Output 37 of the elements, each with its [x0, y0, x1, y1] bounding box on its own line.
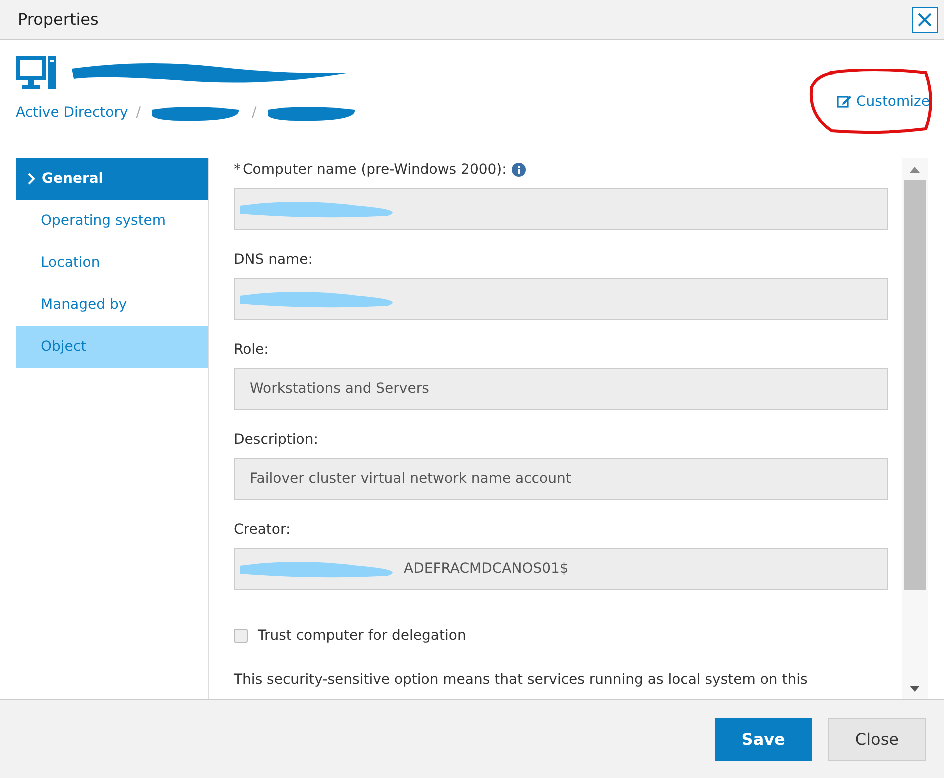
scrollbar-thumb[interactable]: [904, 180, 926, 590]
sidebar-item[interactable]: Location: [16, 242, 208, 284]
field-label: DNS name:: [234, 252, 314, 268]
input-field[interactable]: [234, 278, 888, 320]
delegation-checkbox[interactable]: Trust computer for delegation: [234, 628, 888, 644]
edit-icon: [836, 95, 852, 109]
field-label: Creator:: [234, 522, 291, 538]
field-value: Workstations and Servers: [250, 381, 430, 397]
computer-icon: [16, 56, 56, 90]
breadcrumb-separator: /: [252, 105, 257, 121]
sidebar-item[interactable]: Object: [16, 326, 208, 368]
input-field[interactable]: Workstations and Servers: [234, 368, 888, 410]
field-label: Computer name (pre-Windows 2000):: [243, 162, 507, 178]
field-label: Role:: [234, 342, 269, 358]
field-value: Failover cluster virtual network name account: [250, 471, 572, 487]
sidebar-item[interactable]: Managed by: [16, 284, 208, 326]
note-text: This security-sensitive option means that services running as local system on this: [234, 672, 809, 688]
close-button[interactable]: Close: [828, 718, 926, 760]
required-mark: *: [234, 162, 241, 178]
save-button[interactable]: Save: [714, 718, 812, 760]
input-field[interactable]: Failover cluster virtual network name account: [234, 458, 888, 500]
close-icon[interactable]: [912, 6, 938, 32]
scroll-down-icon[interactable]: [909, 685, 921, 693]
customize-link[interactable]: Customize: [836, 94, 930, 110]
sidebar-item[interactable]: General: [16, 158, 208, 200]
breadcrumb-separator: /: [136, 105, 141, 121]
window-title: Properties: [18, 10, 99, 29]
breadcrumb-link[interactable]: Active Directory: [16, 105, 128, 121]
field-value: ADEFRACMDCANOS01$: [404, 561, 569, 577]
input-field[interactable]: [234, 188, 888, 230]
input-field[interactable]: ADEFRACMDCANOS01$: [234, 548, 888, 590]
checkbox[interactable]: [234, 629, 248, 643]
checkbox-label: Trust computer for delegation: [258, 628, 466, 644]
chevron-icon: [28, 173, 36, 185]
scroll-up-icon[interactable]: [909, 166, 921, 174]
field-label: Description:: [234, 432, 318, 448]
sidebar-item[interactable]: Operating system: [16, 200, 208, 242]
